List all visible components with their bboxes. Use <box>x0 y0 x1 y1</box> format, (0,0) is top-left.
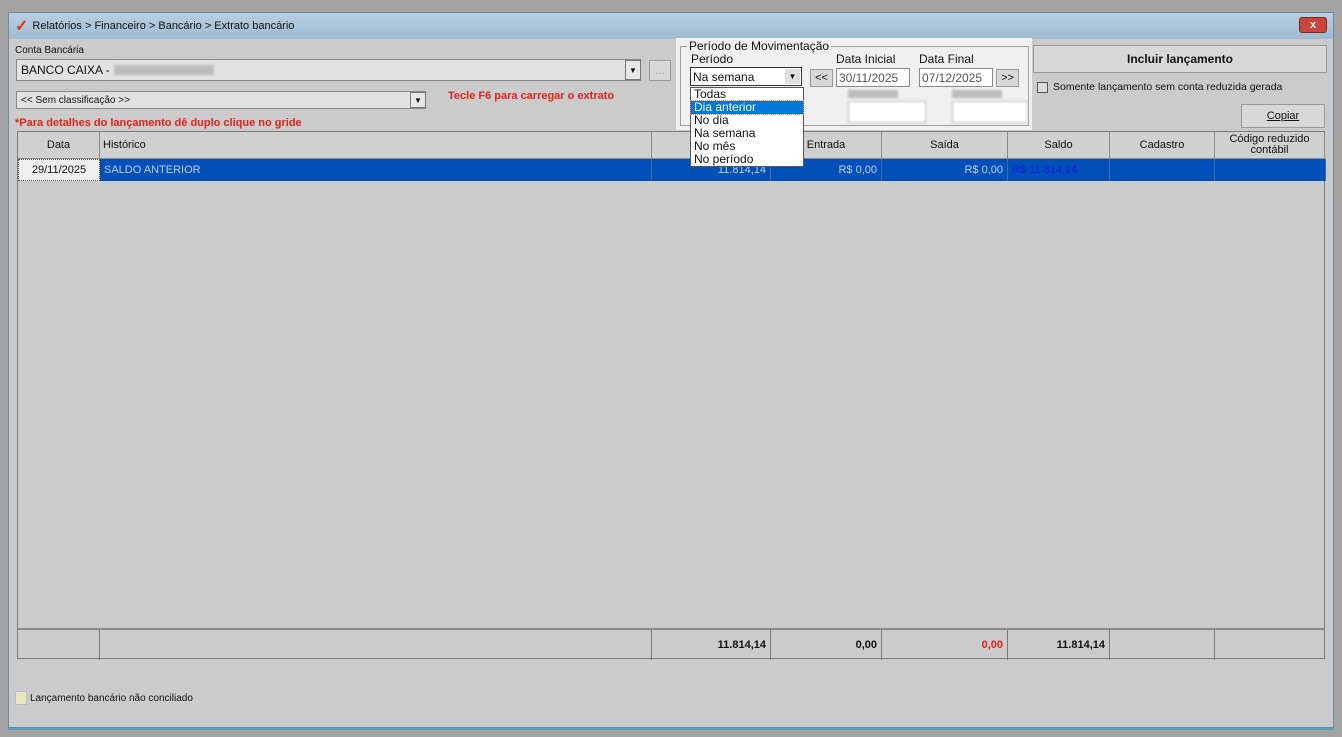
header-historico[interactable]: Histórico <box>100 132 652 159</box>
extrato-window: ✓ Relatórios > Financeiro > Bancário > E… <box>8 12 1334 728</box>
header-codigo[interactable]: Código reduzido contábil <box>1215 132 1325 159</box>
legend-swatch <box>15 691 27 705</box>
row-codigo[interactable] <box>1215 159 1326 181</box>
conta-value: BANCO CAIXA - <box>21 63 110 77</box>
row-historico[interactable]: SALDO ANTERIOR <box>100 159 652 181</box>
title-bar: ✓ Relatórios > Financeiro > Bancário > E… <box>9 13 1333 39</box>
option-no-periodo[interactable]: No período <box>691 153 803 166</box>
detalhes-hint: *Para detalhes do lançamento dê duplo cl… <box>15 117 302 129</box>
somente-checkbox[interactable] <box>1037 81 1048 93</box>
conta-blurred <box>113 65 214 75</box>
classificacao-value: << Sem classificação >> <box>21 94 130 106</box>
data-final-input[interactable]: 07/12/2025 <box>919 68 993 87</box>
row-saldo[interactable]: R$ 11.814,14 <box>1008 159 1110 181</box>
total-entrada: 0,00 <box>771 630 882 660</box>
header-data[interactable]: Data <box>18 132 100 159</box>
data-inicial-input[interactable]: 30/11/2025 <box>836 68 910 87</box>
periodo-select[interactable]: Na semana ▼ <box>690 67 802 86</box>
row-saida[interactable]: R$ 0,00 <box>882 159 1008 181</box>
total-saldo: 11.814,14 <box>1008 630 1110 660</box>
hidden-label-1 <box>848 90 898 98</box>
total-empty-1 <box>18 630 100 660</box>
chevron-down-icon[interactable]: ▼ <box>410 92 426 108</box>
totals-row: 11.814,14 0,00 0,00 11.814,14 <box>18 628 1325 660</box>
legend-label: Lançamento bancário não conciliado <box>30 692 193 704</box>
incluir-lancamento-button[interactable]: Incluir lançamento <box>1033 45 1327 73</box>
hidden-label-2 <box>952 90 1002 98</box>
hidden-field-1 <box>848 101 926 123</box>
header-cadastro[interactable]: Cadastro <box>1110 132 1215 159</box>
total-saida: 0,00 <box>882 630 1008 660</box>
close-button[interactable]: x <box>1299 17 1327 33</box>
periodo-value: Na semana <box>693 69 755 84</box>
window-title: Relatórios > Financeiro > Bancário > Ext… <box>32 20 295 32</box>
classificacao-select[interactable]: << Sem classificação >> ▼ <box>16 91 426 109</box>
periodo-group-title: Período de Movimentação <box>687 39 832 53</box>
legend: Lançamento bancário não conciliado <box>15 691 193 705</box>
next-period-button[interactable]: >> <box>996 69 1019 87</box>
somente-label: Somente lançamento sem conta reduzida ge… <box>1053 81 1283 93</box>
f6-hint: Tecle F6 para carregar o extrato <box>448 90 615 102</box>
prev-period-button[interactable]: << <box>810 69 833 87</box>
total-cadastro <box>1110 630 1215 660</box>
somente-checkbox-row[interactable]: Somente lançamento sem conta reduzida ge… <box>1037 81 1282 93</box>
chevron-down-icon[interactable]: ▼ <box>785 69 800 84</box>
app-logo-icon: ✓ <box>15 18 29 35</box>
periodo-dropdown-list[interactable]: Todas Dia anterior No dia Na semana No m… <box>690 87 804 167</box>
data-final-label: Data Final <box>919 52 974 66</box>
total-empty-2 <box>100 630 652 660</box>
row-data[interactable]: 29/11/2025 <box>18 159 100 181</box>
copiar-button[interactable]: Copiar <box>1241 104 1325 128</box>
data-inicial-label: Data Inicial <box>836 52 896 66</box>
extrato-grid[interactable]: Data Histórico Entrada Saída Saldo Cadas… <box>17 131 1326 660</box>
conta-label: Conta Bancária <box>15 45 84 56</box>
total-col3: 11.814,14 <box>652 630 771 660</box>
periodo-label: Período <box>691 52 734 66</box>
conta-bancaria-select[interactable]: BANCO CAIXA - ▼ <box>16 59 641 81</box>
header-saida[interactable]: Saída <box>882 132 1008 159</box>
chevron-down-icon[interactable]: ▼ <box>625 60 641 80</box>
browse-button[interactable]: ... <box>649 60 671 81</box>
row-cadastro[interactable] <box>1110 159 1215 181</box>
hidden-field-2 <box>952 101 1028 123</box>
header-saldo[interactable]: Saldo <box>1008 132 1110 159</box>
